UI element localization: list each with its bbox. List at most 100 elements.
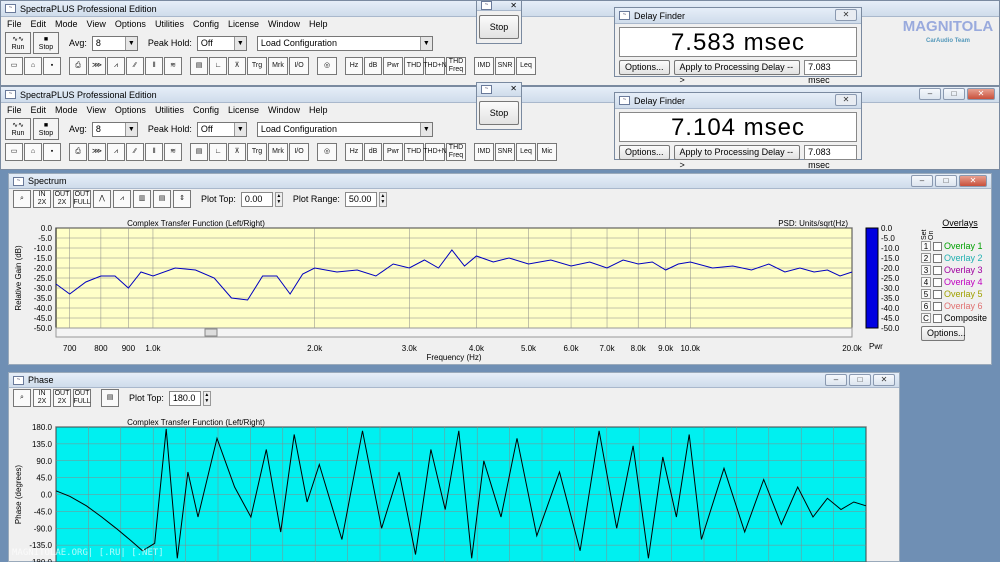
pwr-button[interactable]: Pwr [383,57,403,75]
delay-value-field[interactable]: 7.083 msec [804,145,857,170]
overlay-options-button[interactable]: Options... [921,326,966,341]
minimize-icon[interactable]: – [911,175,933,187]
zoom-in-2x-button[interactable]: IN 2X [33,190,51,208]
db-button[interactable]: dB [364,143,382,161]
bar-mode-icon[interactable]: ▥ [133,190,151,208]
overlay-set-button[interactable]: 2 [921,253,931,263]
pwr-button[interactable]: Pwr [383,143,403,161]
run-button[interactable]: ∿∿ Run [5,118,31,140]
db-button[interactable]: dB [364,57,382,75]
menu-window[interactable]: Window [268,19,300,29]
time-series-icon[interactable]: ∕∕ [126,143,144,161]
maximize-icon[interactable]: □ [935,175,957,187]
generator-icon[interactable]: ⋙ [88,57,106,75]
menu-license[interactable]: License [228,105,259,115]
menu-utilities[interactable]: Utilities [155,105,184,115]
apply-delay-button[interactable]: Apply to Processing Delay --> [673,60,801,85]
overlay-set-button[interactable]: 1 [921,241,931,251]
close-icon[interactable]: ✕ [959,175,987,187]
stop-window-button[interactable]: Stop [479,101,519,125]
open-icon[interactable]: ⌂ [24,143,42,161]
avg-select[interactable]: 8 ▼ [91,121,138,137]
menu-file[interactable]: File [7,19,22,29]
plot-top-input[interactable]: 180.0 [168,390,201,406]
overlay-set-button[interactable]: 6 [921,301,931,311]
composite-set[interactable]: C [921,313,931,323]
menu-view[interactable]: View [87,105,106,115]
delay-options-button[interactable]: Options... [619,60,670,75]
menu-config[interactable]: Config [193,105,219,115]
zoom-out-2x-button[interactable]: OUT 2X [53,389,71,407]
calibrate-icon[interactable]: ⊼ [228,143,246,161]
menu-edit[interactable]: Edit [31,19,47,29]
menu-mode[interactable]: Mode [55,105,78,115]
hz-button[interactable]: Hz [345,143,363,161]
snr-button[interactable]: SNR [495,57,515,75]
menu-mode[interactable]: Mode [55,19,78,29]
maximize-icon[interactable]: □ [943,88,965,100]
load-config-select[interactable]: Load Configuration ▼ [256,35,433,51]
stop-window-button[interactable]: Stop [479,15,519,39]
marker-icon[interactable]: Mrk [268,143,288,161]
overlay-checkbox[interactable] [933,265,942,275]
trigger-icon[interactable]: Trg [247,57,267,75]
print-icon[interactable]: ⎙ [69,57,87,75]
spectrogram-icon[interactable]: ⦀ [145,57,163,75]
snr-button[interactable]: SNR [495,143,515,161]
calibrate-icon[interactable]: ⊼ [228,57,246,75]
menu-help[interactable]: Help [309,105,328,115]
leq-button[interactable]: Leq [516,143,536,161]
overlay-set-button[interactable]: 5 [921,289,931,299]
spectrum-icon[interactable]: ⩘ [107,143,125,161]
zoom-out-full-button[interactable]: OUT FULL [73,190,91,208]
overlay-checkbox[interactable] [933,289,942,299]
peak-icon[interactable]: ⋀ [93,190,111,208]
spectrogram-icon[interactable]: ⦀ [145,143,163,161]
menu-window[interactable]: Window [268,105,300,115]
plot-top-spinner[interactable]: ▲ ▼ [202,390,211,406]
thdn-button[interactable]: THD+N [423,143,447,161]
menu-options[interactable]: Options [115,19,146,29]
mic-button[interactable]: Mic [537,143,557,161]
menu-help[interactable]: Help [309,19,328,29]
thd-freq-button[interactable]: THD Freq [446,57,466,75]
plot-range-input[interactable]: 50.00 [344,191,377,207]
zoom-out-2x-button[interactable]: OUT 2X [53,190,71,208]
close-icon[interactable]: ✕ [835,94,857,106]
zoom-icon[interactable]: ⌕ [13,389,31,407]
imd-button[interactable]: IMD [474,143,494,161]
list-icon[interactable]: ▤ [153,190,171,208]
composite-checkbox[interactable] [933,313,942,323]
leq-button[interactable]: Leq [516,57,536,75]
imd-button[interactable]: IMD [474,57,494,75]
close-icon[interactable]: ✕ [510,1,517,10]
plot-range-spinner[interactable]: ▲ ▼ [378,191,387,207]
zoom-out-full-button[interactable]: OUT FULL [73,389,91,407]
zoom-icon[interactable]: ⌕ [13,190,31,208]
open-icon[interactable]: ⌂ [24,57,42,75]
maximize-icon[interactable]: □ [849,374,871,386]
menu-config[interactable]: Config [193,19,219,29]
menu-file[interactable]: File [7,105,22,115]
menu-options[interactable]: Options [115,105,146,115]
line-mode-icon[interactable]: ⩘ [113,190,131,208]
io-icon[interactable]: I/O [289,57,309,75]
stop-button[interactable]: ■ Stop [33,32,59,54]
signal-icon[interactable]: ◎ [317,143,337,161]
save-icon[interactable]: ▪ [43,57,61,75]
open-folder-icon[interactable]: ▭ [5,57,23,75]
delay-value-field[interactable]: 7.083 msec [804,60,857,85]
trigger-icon[interactable]: Trg [247,143,267,161]
print-icon[interactable]: ⎙ [69,143,87,161]
signal-icon[interactable]: ◎ [317,57,337,75]
thd-button[interactable]: THD [404,143,424,161]
minimize-icon[interactable]: – [919,88,941,100]
run-button[interactable]: ∿∿ Run [5,32,31,54]
overlay-set-button[interactable]: 4 [921,277,931,287]
open-folder-icon[interactable]: ▭ [5,143,23,161]
zoom-in-2x-button[interactable]: IN 2X [33,389,51,407]
overlay-checkbox[interactable] [933,253,942,263]
plot-top-spinner[interactable]: ▲ ▼ [274,191,283,207]
marker-icon[interactable]: Mrk [268,57,288,75]
close-icon[interactable]: ✕ [967,88,995,100]
